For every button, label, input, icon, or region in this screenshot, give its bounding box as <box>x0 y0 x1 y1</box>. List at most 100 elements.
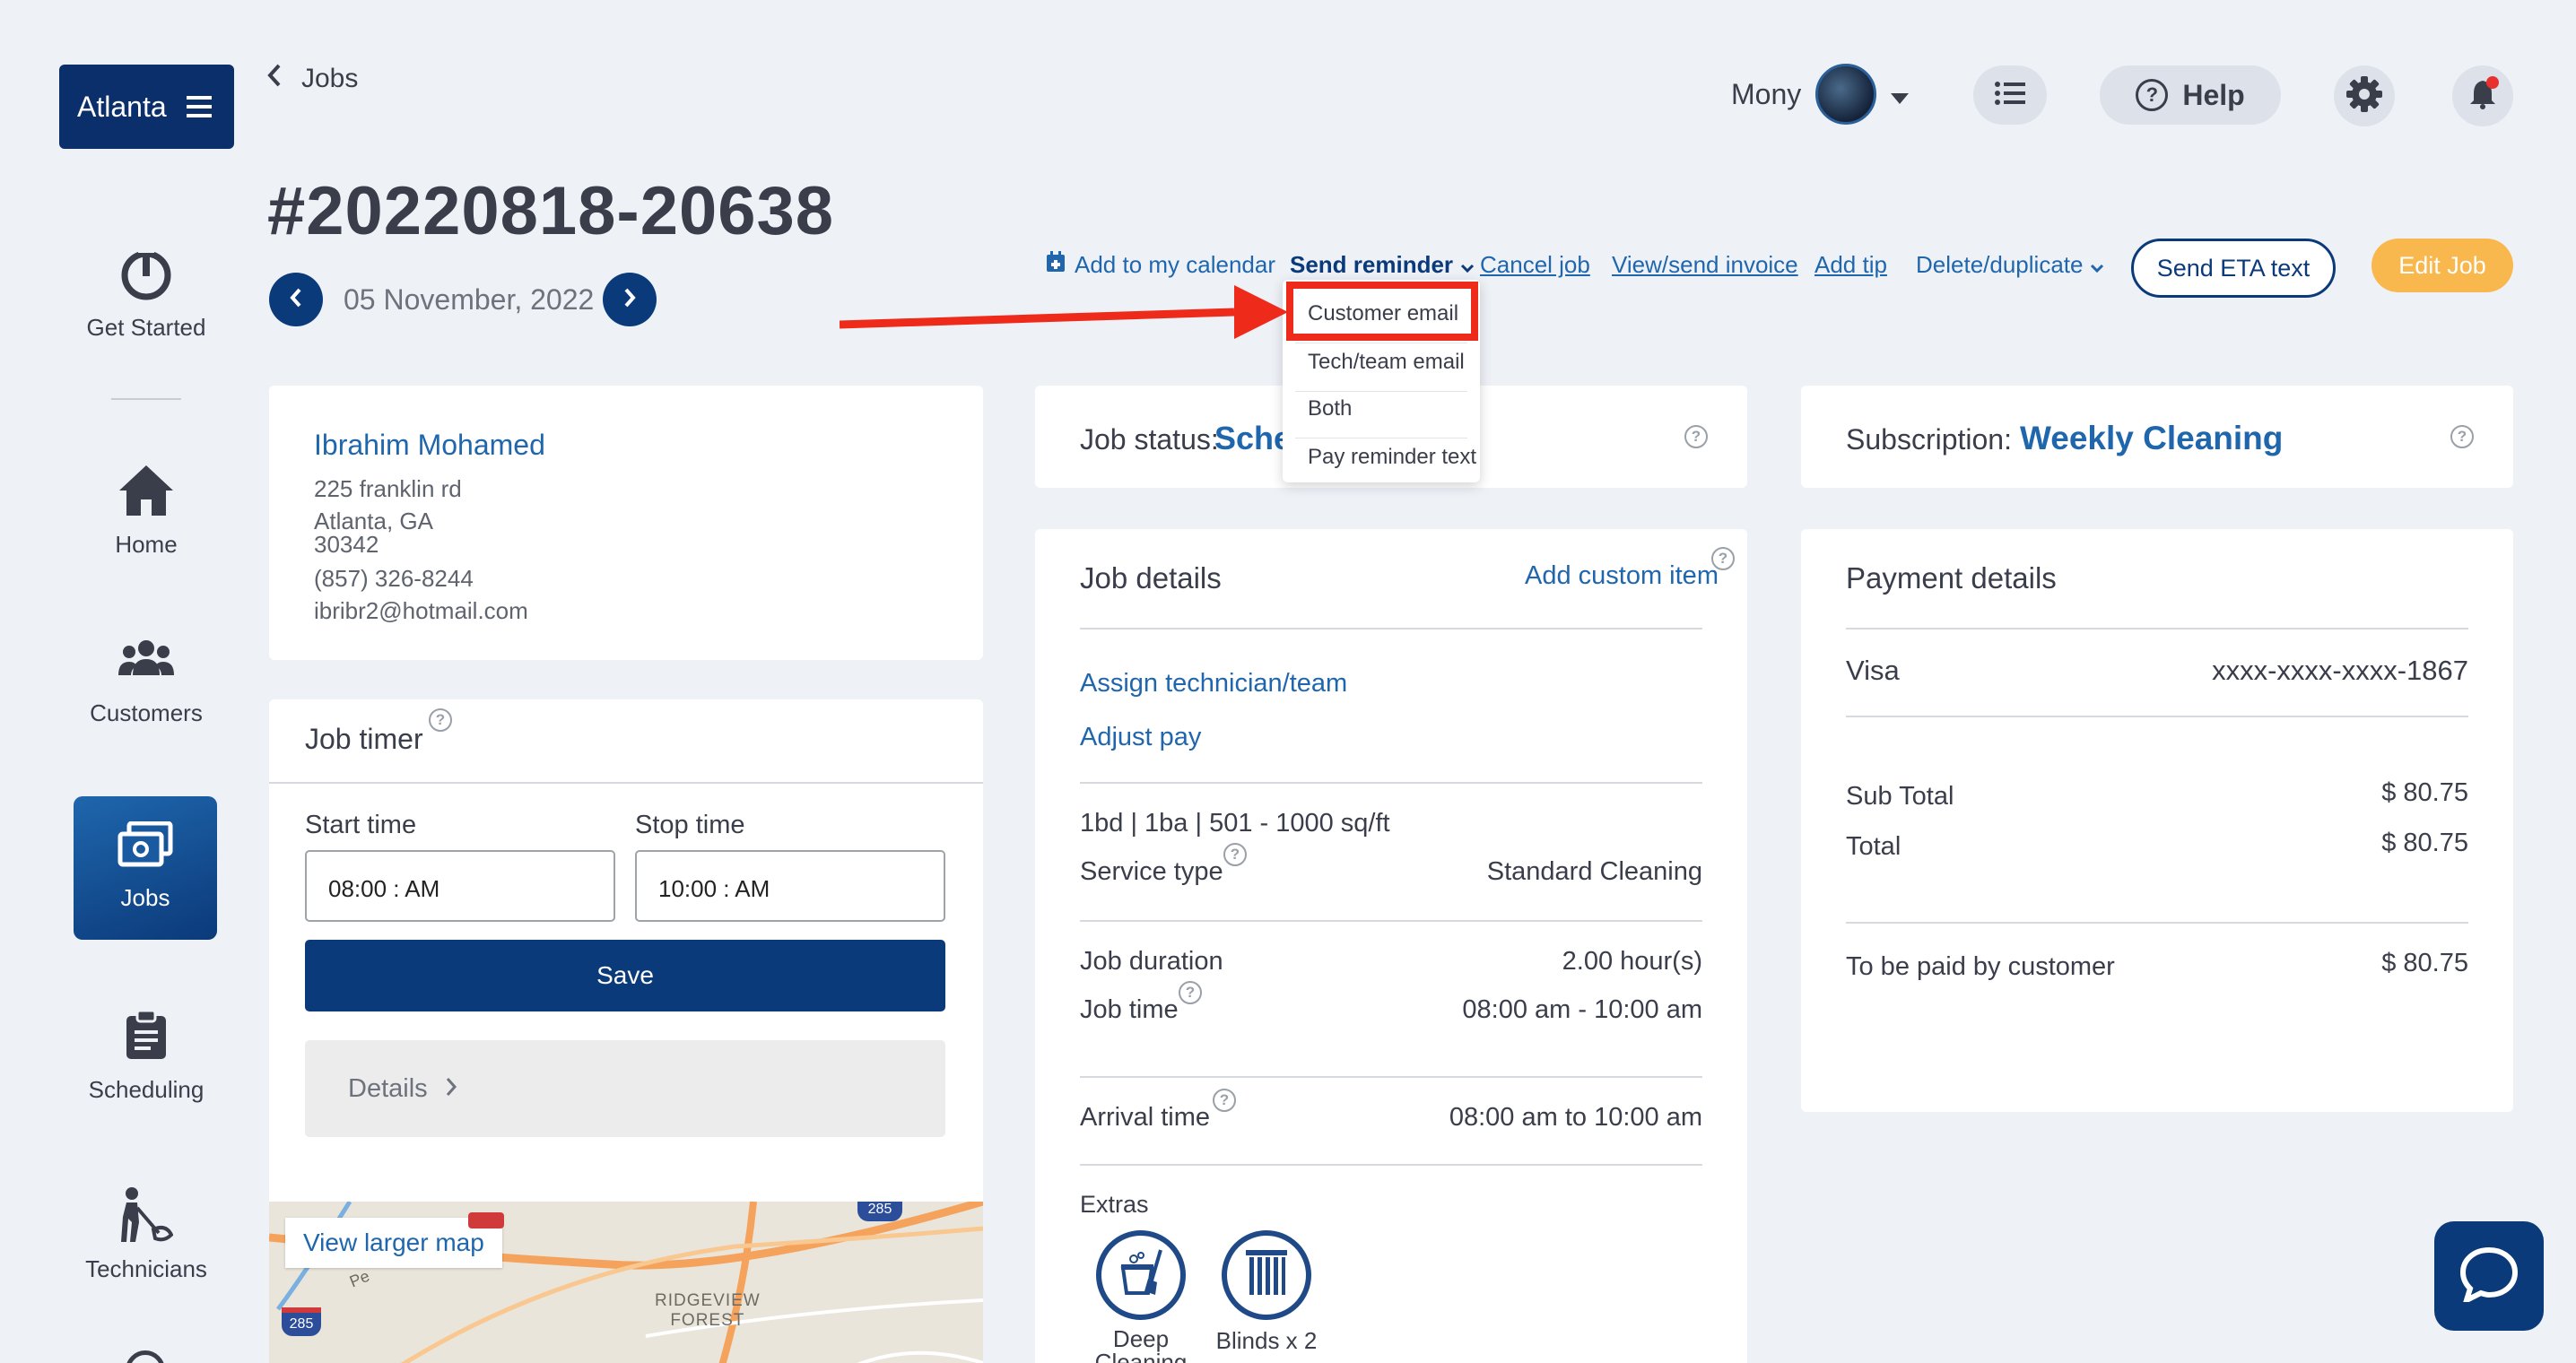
cancel-job-link[interactable]: Cancel job <box>1480 251 1590 279</box>
job-duration-value: 2.00 hour(s) <box>1562 947 1702 976</box>
edit-job-button[interactable]: Edit Job <box>2371 239 2513 292</box>
brand-label: Atlanta <box>77 90 167 123</box>
chat-bubble-icon <box>2459 1246 2519 1307</box>
sidebar-item-home[interactable]: Home <box>72 441 221 585</box>
details-expander[interactable]: Details <box>305 1040 945 1137</box>
list-icon <box>1995 81 2025 110</box>
help-icon[interactable]: ? <box>1684 425 1708 448</box>
sidebar-item-label: Customers <box>90 699 203 726</box>
delete-duplicate-label: Delete/duplicate <box>1916 251 2084 278</box>
sidebar-item-technicians[interactable]: Technicians <box>72 1166 221 1309</box>
jobs-icon <box>74 821 217 873</box>
extra-label: Deep Cleaning <box>1094 1325 1188 1363</box>
job-timer-card: Job timer ? Start time Stop time 08:00 :… <box>269 699 983 1363</box>
payment-divider <box>1846 922 2468 924</box>
clipboard-icon <box>72 1006 221 1065</box>
save-timer-button[interactable]: Save <box>305 940 945 1011</box>
sidebar-item-label: Scheduling <box>88 1076 205 1103</box>
subscription-value[interactable]: Weekly Cleaning <box>2020 420 2283 457</box>
menu-item-both[interactable]: Both <box>1308 396 1352 421</box>
view-larger-map-label: View larger map <box>303 1228 484 1256</box>
bucket-mop-icon <box>1116 1248 1166 1303</box>
job-status-value[interactable]: Sche <box>1214 420 1292 457</box>
stop-time-input[interactable]: 10:00 : AM <box>635 850 945 922</box>
menu-divider <box>1295 391 1467 392</box>
service-type-label: Service type <box>1080 857 1223 886</box>
start-time-input[interactable]: 08:00 : AM <box>305 850 615 922</box>
user-name: Mony <box>1731 77 1802 110</box>
help-icon[interactable]: ? <box>1179 981 1202 1004</box>
chevron-left-icon <box>267 64 282 94</box>
job-status-label: Job status: <box>1080 423 1219 456</box>
highway-shield: 285 <box>282 1307 321 1336</box>
send-eta-text-button[interactable]: Send ETA text <box>2131 239 2336 298</box>
extra-deep-cleaning[interactable] <box>1096 1230 1186 1320</box>
details-divider <box>1080 782 1702 784</box>
sidebar-item-scheduling[interactable]: Scheduling <box>72 986 221 1130</box>
help-icon[interactable]: ? <box>2450 425 2474 448</box>
job-details-card: Job details Add custom item ? Assign tec… <box>1035 529 1747 1363</box>
users-icon <box>72 629 221 689</box>
help-icon[interactable]: ? <box>1213 1089 1236 1112</box>
subtotal-value: $ 80.75 <box>2381 778 2468 807</box>
timer-divider <box>269 782 983 784</box>
chevron-right-icon <box>446 1074 457 1104</box>
details-divider <box>1080 1164 1702 1166</box>
extra-blinds[interactable] <box>1222 1230 1311 1320</box>
notifications-button[interactable] <box>2452 65 2513 126</box>
caret-down-icon <box>1891 78 1910 111</box>
edit-job-label: Edit Job <box>2398 251 2486 279</box>
customer-address-line1: 225 franklin rd <box>314 475 462 502</box>
details-divider <box>1080 920 1702 922</box>
back-to-jobs-link[interactable]: Jobs <box>267 63 358 95</box>
menu-item-tech-team-email[interactable]: Tech/team email <box>1308 350 1465 375</box>
highlight-box <box>1286 282 1478 341</box>
highway-shield: 285 <box>857 1202 902 1221</box>
service-type-value: Standard Cleaning <box>1486 857 1702 886</box>
payment-divider <box>1846 716 2468 717</box>
send-reminder-dropdown[interactable]: Send reminder <box>1290 251 1475 279</box>
customer-phone: (857) 326-8244 <box>314 565 474 592</box>
customer-name-link[interactable]: Ibrahim Mohamed <box>314 429 545 462</box>
payment-divider <box>1846 628 2468 629</box>
settings-button[interactable] <box>2334 65 2395 126</box>
card-brand: Visa <box>1846 655 1900 686</box>
add-custom-item-link[interactable]: Add custom item <box>1525 561 1719 591</box>
power-icon <box>72 244 221 303</box>
sidebar-item-jobs[interactable]: Jobs <box>74 796 217 940</box>
assign-technician-link[interactable]: Assign technician/team <box>1080 669 1347 699</box>
job-time-value: 08:00 am - 10:00 am <box>1462 995 1702 1024</box>
customer-email: ibribr2@hotmail.com <box>314 597 528 624</box>
total-value: $ 80.75 <box>2381 829 2468 857</box>
delete-duplicate-dropdown[interactable]: Delete/duplicate <box>1916 251 2104 279</box>
user-menu[interactable]: Mony <box>1731 64 1910 125</box>
chevron-down-icon <box>1460 251 1475 279</box>
sidebar-item-label: Technicians <box>85 1255 207 1282</box>
list-view-button[interactable] <box>1973 65 2047 125</box>
job-details-title: Job details <box>1080 561 1222 595</box>
send-eta-label: Send ETA text <box>2156 254 2311 282</box>
brand-button[interactable]: Atlanta <box>59 65 234 149</box>
map-place-label: RIDGEVIEW FOREST <box>655 1291 761 1330</box>
map[interactable]: View larger map RIDGEVIEW FOREST 285 285… <box>269 1202 983 1363</box>
help-icon[interactable]: ? <box>1223 843 1247 866</box>
adjust-pay-link[interactable]: Adjust pay <box>1080 723 1201 752</box>
save-label: Save <box>596 961 654 989</box>
menu-item-pay-reminder-text[interactable]: Pay reminder text <box>1308 445 1476 470</box>
view-send-invoice-link[interactable]: View/send invoice <box>1612 251 1798 279</box>
help-button[interactable]: ? Help <box>2100 65 2281 125</box>
sidebar-item-get-started[interactable]: Get Started <box>72 224 221 368</box>
sidebar-item-customers[interactable]: Customers <box>72 610 221 753</box>
chevron-left-icon <box>290 288 302 312</box>
help-icon[interactable]: ? <box>1711 547 1735 570</box>
help-icon[interactable]: ? <box>429 708 452 732</box>
details-label: Details <box>348 1073 428 1103</box>
job-time-label: Job time <box>1080 995 1179 1024</box>
add-tip-link[interactable]: Add tip <box>1815 251 1887 279</box>
chat-button[interactable] <box>2434 1221 2544 1331</box>
blinds-icon <box>1244 1248 1289 1303</box>
chevron-down-icon <box>2090 251 2104 279</box>
add-to-calendar-link[interactable]: Add to my calendar <box>1046 251 1275 279</box>
prev-date-button[interactable] <box>269 273 323 326</box>
next-date-button[interactable] <box>603 273 657 326</box>
